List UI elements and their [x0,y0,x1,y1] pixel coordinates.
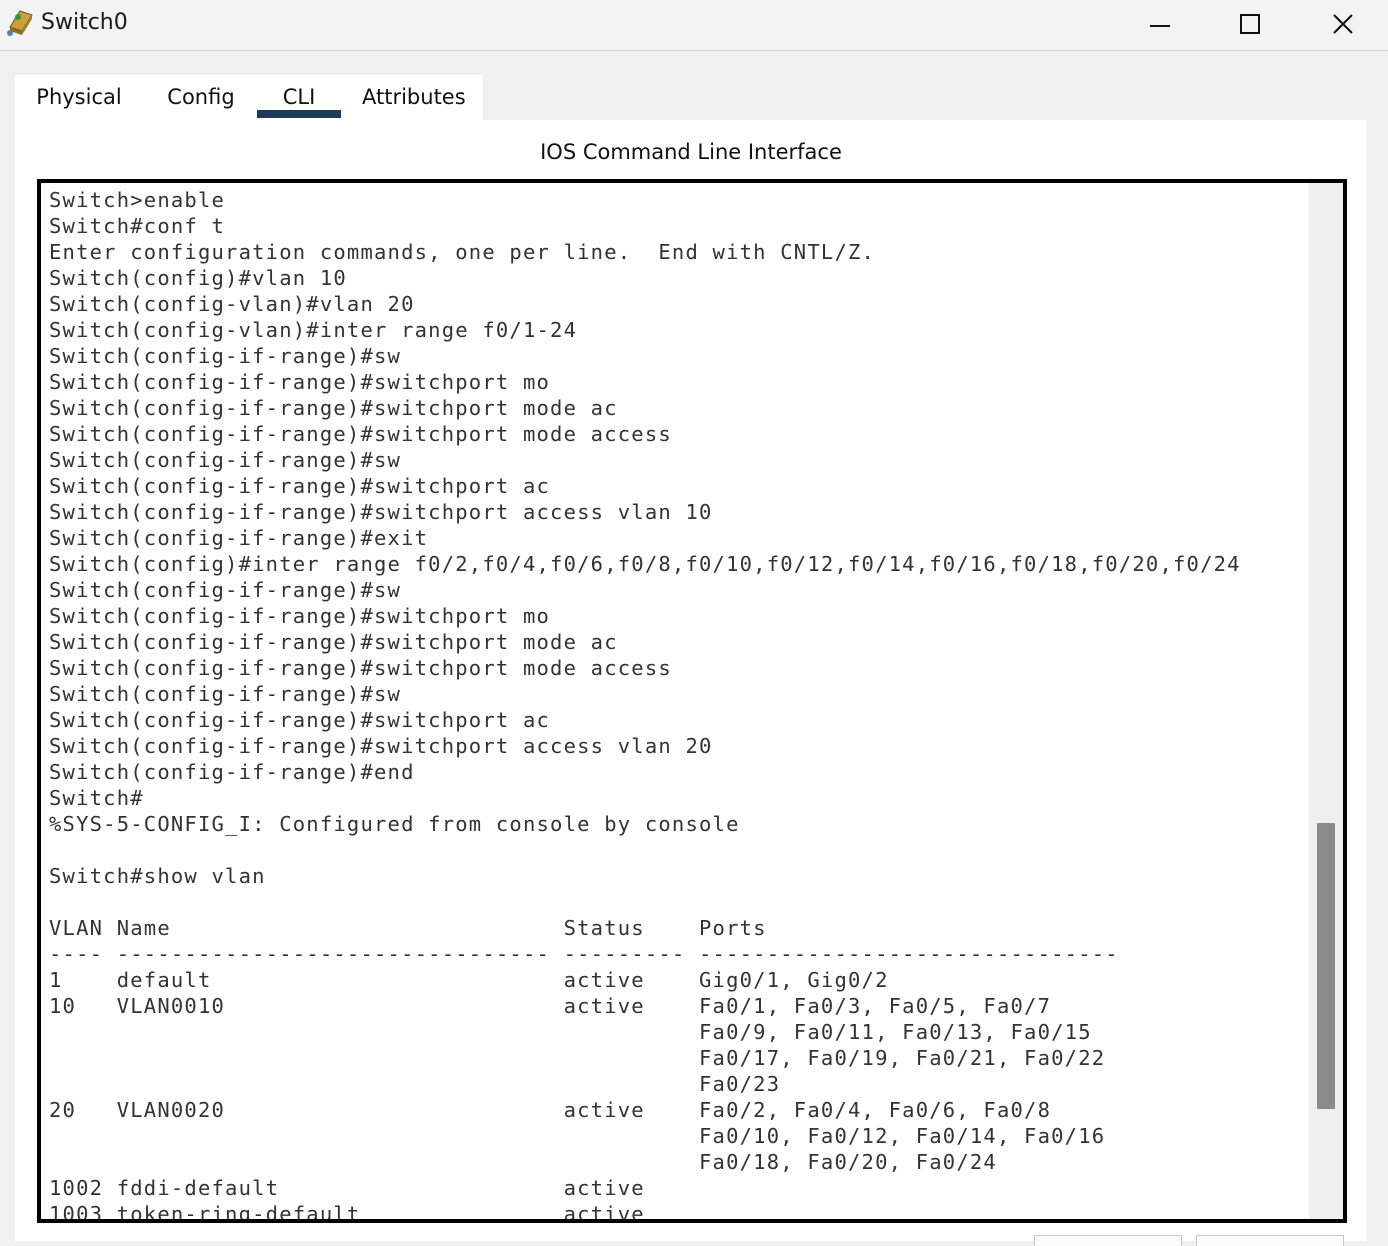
minimize-icon [1150,25,1170,27]
tab-bar: Physical Config CLI Attributes [15,75,483,120]
tab-physical[interactable]: Physical [31,75,127,120]
maximize-icon [1240,14,1260,34]
tab-attributes[interactable]: Attributes [362,75,466,120]
close-icon [1333,14,1353,34]
scrollbar-thumb[interactable] [1317,823,1335,1109]
close-button[interactable] [1320,4,1366,44]
console-output[interactable]: Switch>enable Switch#conf t Enter config… [49,187,1241,1219]
switch-device-icon [7,10,33,36]
cli-heading: IOS Command Line Interface [540,140,842,164]
console-scrollbar[interactable] [1309,183,1343,1219]
minimize-button[interactable] [1137,4,1183,44]
title-bar: Switch0 [0,0,1388,51]
cli-console[interactable]: Switch>enable Switch#conf t Enter config… [37,179,1347,1223]
tab-config[interactable]: Config [165,75,237,120]
maximize-button[interactable] [1227,4,1273,44]
window-title: Switch0 [41,10,128,35]
cli-panel: IOS Command Line Interface Switch>enable… [15,120,1367,1241]
active-tab-indicator [257,110,341,118]
